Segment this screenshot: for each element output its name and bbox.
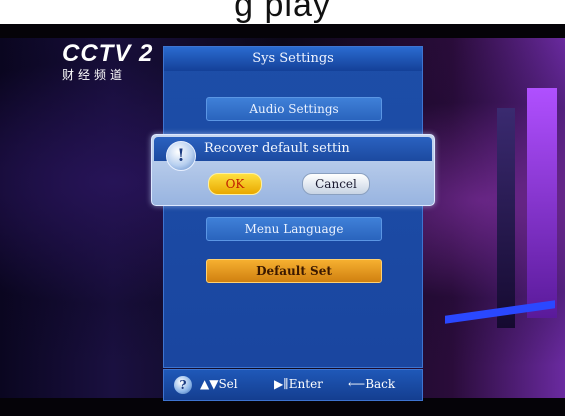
channel-logo-text: CCTV 2 — [62, 40, 154, 67]
help-icon[interactable]: ? — [174, 376, 192, 394]
caption-fragment: g play — [234, 0, 331, 24]
channel-logo: CCTV 2 财经频道 — [62, 40, 153, 83]
cancel-button[interactable]: Cancel — [302, 173, 370, 195]
enter-hint: ▶∥Enter — [274, 377, 323, 391]
menu-item-audio-settings[interactable]: Audio Settings — [206, 97, 382, 121]
confirm-dialog: Recover default settin ! OK Cancel — [151, 134, 435, 206]
info-icon: ! — [166, 141, 196, 171]
select-hint: ▲▼Sel — [200, 377, 238, 391]
channel-subtitle: 财经频道 — [62, 68, 127, 82]
tv-screen: CCTV 2 财经频道 Sys Settings Audio Settings … — [0, 24, 565, 416]
panel-footer: ? ▲▼Sel ▶∥Enter ⟵Back — [163, 369, 423, 401]
panel-title: Sys Settings — [164, 47, 422, 71]
ok-button[interactable]: OK — [208, 173, 262, 195]
light-stripe — [527, 88, 557, 318]
light-stripe-dark — [497, 108, 515, 328]
menu-item-menu-language[interactable]: Menu Language — [206, 217, 382, 241]
back-hint: ⟵Back — [348, 377, 396, 391]
sys-settings-panel: Sys Settings Audio Settings Menu Languag… — [163, 46, 423, 368]
menu-item-default-set[interactable]: Default Set — [206, 259, 382, 283]
